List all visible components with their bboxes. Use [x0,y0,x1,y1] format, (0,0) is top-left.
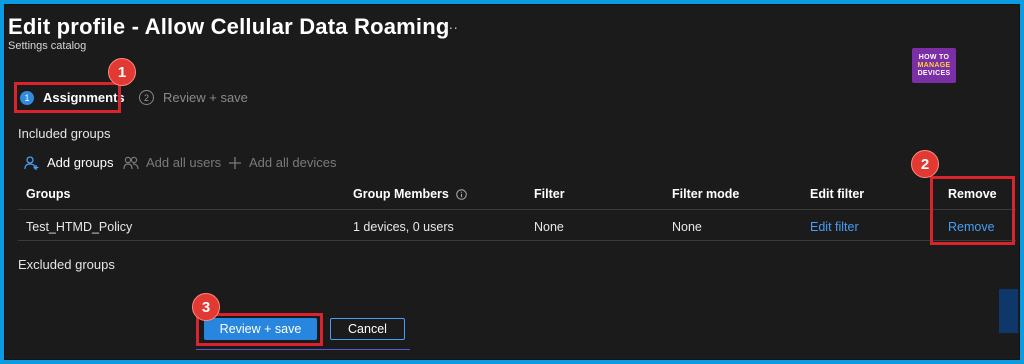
step-2-number: 2 [139,90,154,105]
logo-line-3: DEVICES [917,69,951,77]
callout-box-remove [930,176,1015,245]
app-window [4,4,1020,360]
column-header-edit-filter: Edit filter [810,187,865,201]
footer-divider [196,349,410,350]
how-to-manage-devices-logo: HOW TO MANAGE DEVICES [912,48,956,83]
add-groups-label: Add groups [47,155,114,170]
column-header-filter-mode: Filter mode [672,187,740,201]
cell-filter-mode: None [672,220,702,234]
cell-filter: None [534,220,564,234]
person-add-icon [24,155,39,170]
add-all-devices-label: Add all devices [249,155,337,170]
logo-line-2: MANAGE [917,61,951,69]
add-groups-button[interactable]: Add groups [24,155,114,170]
edit-filter-link[interactable]: Edit filter [810,220,859,234]
callout-box-review-save [196,313,323,346]
group-members-label: Group Members [353,187,449,201]
people-icon [123,156,139,169]
column-header-filter: Filter [534,187,565,201]
row-divider [18,240,1016,241]
step-review-save[interactable]: 2 Review + save [139,90,248,105]
header-divider [18,209,1016,210]
callout-box-assignments [14,82,121,113]
callout-badge-3: 3 [192,293,220,321]
step-2-label: Review + save [163,90,248,105]
logo-line-1: HOW TO [918,53,950,61]
side-panel-edge [999,289,1018,333]
page-subtitle: Settings catalog [8,40,87,52]
cancel-button[interactable]: Cancel [330,318,405,340]
callout-badge-1: 1 [108,58,136,86]
page-title: Edit profile - Allow Cellular Data Roami… [8,14,450,39]
add-all-users-button[interactable]: Add all users [123,155,221,170]
plus-icon [229,156,241,169]
info-icon[interactable] [456,189,468,200]
add-all-devices-button[interactable]: Add all devices [228,155,336,170]
cell-group-members: 1 devices, 0 users [353,220,454,234]
excluded-groups-heading: Excluded groups [18,257,115,272]
column-header-group-members: Group Members [353,187,468,201]
more-options-button[interactable]: ... [444,16,459,32]
add-all-users-label: Add all users [146,155,222,170]
cell-group-name: Test_HTMD_Policy [26,220,133,234]
callout-badge-2: 2 [911,150,939,178]
column-header-groups: Groups [26,187,71,201]
included-groups-heading: Included groups [18,126,111,141]
